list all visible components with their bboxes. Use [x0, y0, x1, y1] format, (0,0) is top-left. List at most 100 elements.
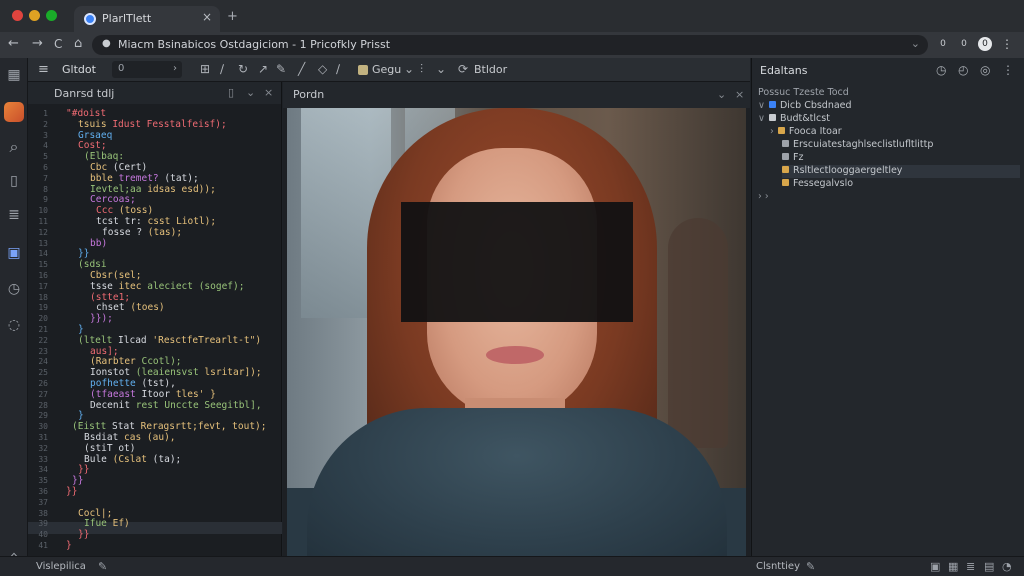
code-line[interactable]: (Eistt Stat Reragsrtt;fevt, tout);: [72, 421, 267, 432]
pen-tool-icon[interactable]: ∕: [220, 62, 224, 76]
forward-button[interactable]: →: [32, 36, 43, 51]
address-bar-url[interactable]: Miacm Bsinabicos Ostdagiciom - 1 Pricofk…: [118, 38, 390, 51]
chevron-icon[interactable]: › ›: [758, 191, 769, 202]
address-bar[interactable]: ● Miacm Bsinabicos Ostdagiciom - 1 Prico…: [92, 35, 928, 55]
pencil-tool-icon[interactable]: ✎: [276, 62, 286, 76]
browser-menu-icon[interactable]: ⋮: [1000, 37, 1014, 51]
code-line[interactable]: aus];: [90, 346, 119, 357]
grid-icon[interactable]: ▦: [948, 560, 958, 573]
color-swatch[interactable]: [358, 65, 368, 75]
arrow-tool-icon[interactable]: ↗: [258, 62, 268, 76]
chevron-icon[interactable]: ∨: [758, 100, 765, 111]
code-line[interactable]: tsuis Idust Fesstalfeisf);: [78, 119, 227, 130]
extension-icon-1[interactable]: 0: [936, 37, 950, 51]
tree-item[interactable]: Fz: [782, 152, 1022, 165]
code-line[interactable]: bble tremet? (tat);: [90, 173, 199, 184]
back-button[interactable]: ←: [8, 36, 19, 51]
code-line[interactable]: fosse ? (tas);: [102, 227, 182, 238]
chevron-down-icon[interactable]: ⌄: [717, 88, 726, 101]
code-line[interactable]: Bsdiat cas (au),: [84, 432, 176, 443]
split-icon[interactable]: ▯: [228, 86, 234, 99]
code-line[interactable]: chset (toes): [96, 302, 165, 313]
search-icon[interactable]: ⌕: [5, 138, 23, 156]
code-line[interactable]: (Rarbter Ccotl);: [90, 356, 182, 367]
tab-close-icon[interactable]: ×: [202, 10, 212, 24]
code-line[interactable]: (ltelt Ilcad 'ResctfeTrearlt-t"): [78, 335, 261, 346]
code-line[interactable]: }}: [66, 486, 77, 497]
sliders-icon[interactable]: ⫶: [420, 62, 423, 77]
clock-icon[interactable]: ◷: [936, 63, 946, 77]
code-line[interactable]: (stte1;: [90, 292, 130, 303]
window-maximize-button[interactable]: [46, 10, 57, 21]
code-line[interactable]: Decenit rest Unccte Seegitbl],: [90, 400, 262, 411]
tree-item[interactable]: › ›: [758, 191, 998, 204]
line-tool-icon[interactable]: ╱: [298, 62, 305, 76]
browser-tab[interactable]: PlarlTlett ×: [74, 6, 220, 32]
code-line[interactable]: Ifue Ef): [84, 518, 130, 529]
file-icon[interactable]: ▯: [5, 172, 23, 190]
tree-item[interactable]: Rsltlectlooggaergeltley: [782, 165, 1020, 178]
tree-item[interactable]: › Fooca Itoar: [770, 126, 1010, 139]
close-icon[interactable]: ×: [264, 86, 273, 99]
profile-icon[interactable]: 0: [978, 37, 992, 51]
toolbar-label-1[interactable]: Gegu: [372, 63, 401, 76]
tree-item[interactable]: Erscuiatestaghlseclistlufltlittp: [782, 139, 1022, 152]
code-line[interactable]: Ccc (toss): [96, 205, 153, 216]
code-line[interactable]: (tfaeast Itoor tles' }: [90, 389, 216, 400]
layers-icon[interactable]: ≣: [5, 206, 23, 224]
extension-icon-2[interactable]: 0: [957, 37, 971, 51]
panel-icon[interactable]: ▣: [930, 560, 940, 573]
code-line[interactable]: }: [78, 324, 84, 335]
list-icon[interactable]: ≣: [966, 560, 975, 573]
edit-icon[interactable]: ✎: [98, 560, 107, 573]
tree-item[interactable]: ∨ Budt&tlcst: [758, 113, 998, 126]
bucket-tool-icon[interactable]: ◇: [318, 62, 327, 76]
code-line[interactable]: tcst tr: csst Liotl);: [96, 216, 216, 227]
toolbar-label-2[interactable]: Btldor: [474, 63, 507, 76]
image-icon[interactable]: ▣: [5, 244, 23, 262]
home-button[interactable]: ⌂: [74, 36, 82, 51]
tree-item[interactable]: Fessegalvslo: [782, 178, 1022, 191]
window-close-button[interactable]: [12, 10, 23, 21]
code-line[interactable]: Grsaeq: [78, 130, 112, 141]
status-left-text[interactable]: Vislepilica: [36, 561, 86, 572]
code-line[interactable]: (stiT ot): [84, 443, 135, 454]
code-line[interactable]: Cercoas;: [90, 194, 136, 205]
code-line[interactable]: Ionstot (leaiensvst lsritar]);: [90, 367, 262, 378]
target-icon[interactable]: ◎: [980, 63, 990, 77]
chevron-icon[interactable]: ›: [770, 126, 774, 137]
code-line[interactable]: (Elbaq:: [84, 151, 124, 162]
address-dropdown-icon[interactable]: ⌄: [911, 37, 920, 50]
status-right-text[interactable]: Clsnttiey: [756, 561, 800, 572]
code-line[interactable]: }: [78, 410, 84, 421]
close-icon[interactable]: ×: [735, 88, 744, 101]
window-minimize-button[interactable]: [29, 10, 40, 21]
more-icon[interactable]: ⋮: [1002, 63, 1014, 77]
layout-icon[interactable]: ▦: [5, 66, 23, 84]
brush-tool-icon[interactable]: ∕: [336, 62, 340, 76]
code-line[interactable]: (sdsi: [78, 259, 107, 270]
code-line[interactable]: }}: [78, 464, 89, 475]
code-line[interactable]: }});: [90, 313, 113, 324]
code-line[interactable]: pofhette (tst),: [90, 378, 176, 389]
frame-tool-icon[interactable]: ⊞: [200, 62, 210, 76]
chevron-icon[interactable]: ∨: [758, 113, 765, 124]
hamburger-menu-icon[interactable]: ≡: [38, 62, 49, 77]
bell-icon[interactable]: ◔: [1002, 560, 1012, 573]
code-line[interactable]: Cost;: [78, 140, 107, 151]
new-tab-button[interactable]: +: [227, 9, 238, 24]
code-line[interactable]: Cbc (Cert): [90, 162, 147, 173]
code-line[interactable]: Bule (Cslat (ta);: [84, 454, 181, 465]
history-icon[interactable]: ◴: [958, 63, 968, 77]
code-line[interactable]: Cocl|;: [78, 508, 112, 519]
tree-item[interactable]: ∨ Dicb Cbsdnaed: [758, 100, 998, 113]
history-icon[interactable]: ◷: [5, 280, 23, 298]
code-line[interactable]: }}: [78, 529, 89, 540]
code-line[interactable]: }}: [72, 475, 83, 486]
chevron-down-icon[interactable]: ⌄: [246, 86, 255, 99]
code-line[interactable]: }}: [78, 248, 89, 259]
code-line[interactable]: Ievtel;aa idsas esd));: [90, 184, 216, 195]
code-line[interactable]: }: [66, 540, 72, 551]
chevron-down-icon[interactable]: ⌄: [436, 62, 446, 76]
code-editor[interactable]: "#doist tsuis Idust Fesstalfeisf); Grsaeq C…: [48, 108, 280, 552]
